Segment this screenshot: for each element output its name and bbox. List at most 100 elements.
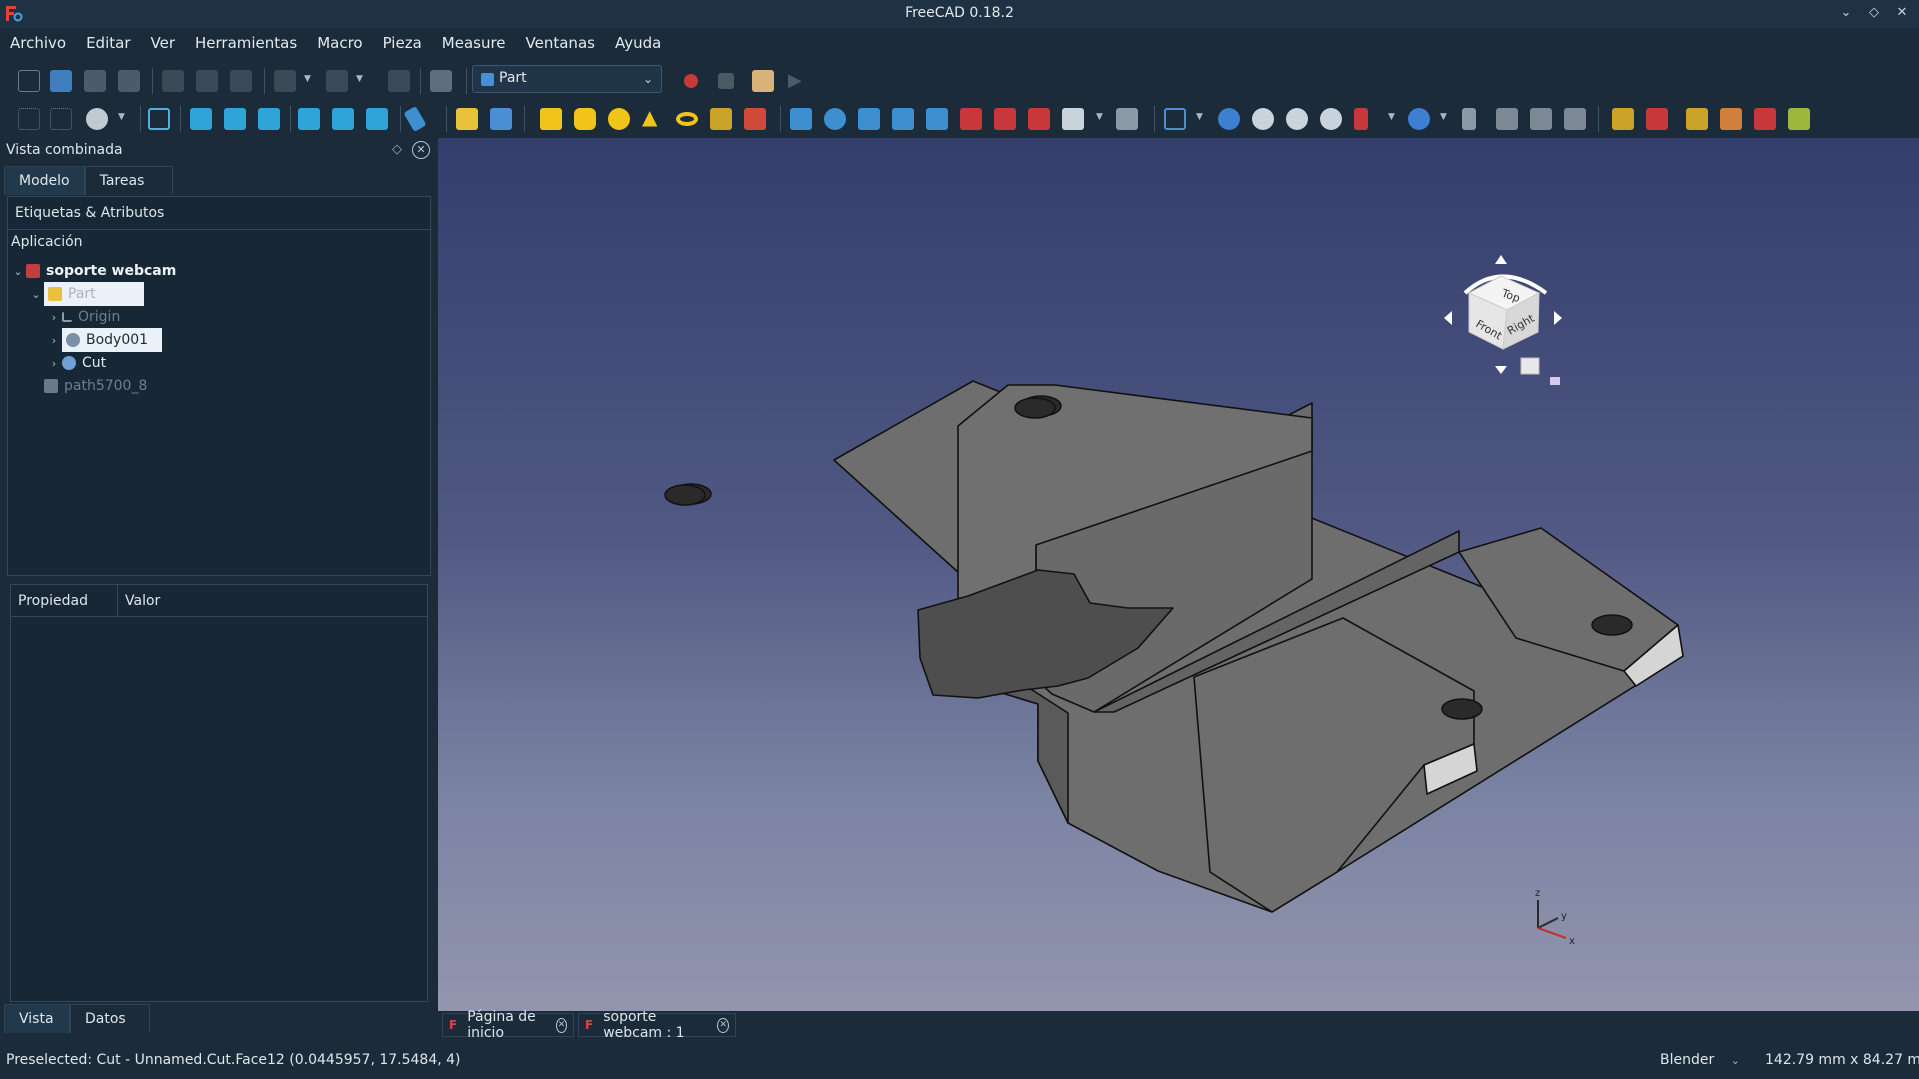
tree-item-body001[interactable]: › Body001 (46, 328, 162, 352)
split-tools-icon[interactable] (1408, 108, 1430, 130)
common-icon[interactable] (1320, 108, 1342, 130)
view-top-icon[interactable] (224, 108, 246, 130)
menu-pieza[interactable]: Pieza (373, 30, 432, 58)
whats-this-icon[interactable] (430, 70, 452, 92)
cross-sections-icon[interactable] (1564, 108, 1586, 130)
make-face-icon[interactable] (960, 108, 982, 130)
menu-ayuda[interactable]: Ayuda (605, 30, 671, 58)
ruled-surface-icon[interactable] (994, 108, 1016, 130)
navigation-cube[interactable]: Top Front Right (1444, 255, 1562, 385)
measure-toggle-delta-icon[interactable] (1788, 108, 1810, 130)
sphere-icon[interactable] (608, 108, 630, 130)
measure-distance-icon[interactable] (403, 105, 427, 133)
check-geometry-icon[interactable] (1462, 108, 1476, 130)
shape-builder-icon[interactable] (744, 108, 766, 130)
compound-tools-icon[interactable] (1164, 108, 1186, 130)
measure-linear-icon[interactable] (1612, 108, 1634, 130)
paste-icon[interactable] (230, 70, 252, 92)
loft-icon[interactable] (1028, 108, 1050, 130)
navcube-menu-icon[interactable] (1520, 357, 1540, 375)
measure-angular-icon[interactable] (1646, 108, 1668, 130)
macro-record-icon[interactable] (684, 74, 698, 88)
menu-herramientas[interactable]: Herramientas (185, 30, 307, 58)
create-group-icon[interactable] (490, 108, 512, 130)
nav-up-arrow-icon[interactable] (1495, 255, 1507, 264)
tab-tareas[interactable]: Tareas (84, 166, 173, 195)
chevron-down-icon[interactable]: ⌄ (28, 288, 44, 301)
join-features-icon[interactable] (1354, 108, 1368, 130)
join-dropdown-icon[interactable]: ▼ (1388, 112, 1398, 122)
tree-item-cut[interactable]: › Cut (46, 351, 106, 375)
tab-modelo[interactable]: Modelo (4, 166, 85, 195)
chamfer-icon[interactable] (926, 108, 948, 130)
cut-boolean-icon[interactable] (1252, 108, 1274, 130)
model-hole[interactable] (1591, 614, 1633, 636)
menu-measure[interactable]: Measure (432, 30, 516, 58)
macro-edit-icon[interactable] (752, 70, 774, 92)
measure-toggle-3d-icon[interactable] (1754, 108, 1776, 130)
menu-ventanas[interactable]: Ventanas (516, 30, 605, 58)
view-bottom-icon[interactable] (332, 108, 354, 130)
fillet-icon[interactable] (892, 108, 914, 130)
primitives-icon[interactable] (710, 108, 732, 130)
3d-model[interactable]: Top Front Right z y x (438, 138, 1919, 1011)
compound-dropdown-icon[interactable]: ▼ (1196, 112, 1206, 122)
close-tab-icon[interactable]: ✕ (555, 1017, 567, 1033)
view-left-icon[interactable] (366, 108, 388, 130)
tree-item-path[interactable]: path5700_8 (28, 374, 147, 398)
tree-item-part[interactable]: ⌄ Part (28, 282, 144, 306)
defeaturing-icon[interactable] (1496, 108, 1518, 130)
box-select-icon[interactable] (18, 108, 40, 130)
tab-start-page[interactable]: F Página de inicio ✕ (442, 1009, 574, 1041)
tree-item-origin[interactable]: › Origin (46, 305, 121, 329)
boolean-icon[interactable] (1218, 108, 1240, 130)
create-part-icon[interactable] (456, 108, 478, 130)
revolve-icon[interactable] (824, 108, 846, 130)
tab-datos[interactable]: Datos (70, 1004, 150, 1033)
macro-run-icon[interactable]: ▶ (788, 70, 810, 92)
sweep-icon[interactable] (1062, 108, 1084, 130)
mirror-icon[interactable] (858, 108, 880, 130)
cube-icon[interactable] (540, 108, 562, 130)
chevron-right-icon[interactable]: › (46, 357, 62, 370)
chevron-right-icon[interactable]: › (46, 311, 62, 324)
3d-viewport[interactable]: Top Front Right z y x (438, 138, 1919, 1011)
save-icon[interactable] (84, 70, 106, 92)
copy-icon[interactable] (196, 70, 218, 92)
view-front-icon[interactable] (190, 108, 212, 130)
chevron-down-icon[interactable]: ⌄ (10, 265, 26, 278)
extrude-icon[interactable] (790, 108, 812, 130)
redo-icon[interactable] (326, 70, 348, 92)
nav-left-arrow-icon[interactable] (1444, 311, 1452, 325)
view-rear-icon[interactable] (298, 108, 320, 130)
close-window-icon[interactable]: ✕ (1893, 4, 1911, 22)
close-tab-icon[interactable]: ✕ (717, 1017, 729, 1033)
tab-vista[interactable]: Vista (4, 1004, 70, 1033)
torus-icon[interactable] (676, 112, 698, 126)
float-panel-icon[interactable]: ◇ (392, 142, 402, 157)
print-icon[interactable] (118, 70, 140, 92)
draw-style-icon[interactable] (86, 108, 108, 130)
restore-icon[interactable]: ◇ (1865, 4, 1883, 22)
menu-ver[interactable]: Ver (141, 30, 186, 58)
close-panel-icon[interactable]: ✕ (412, 141, 430, 159)
value-column-header[interactable]: Valor (125, 593, 160, 609)
measure-clear-icon[interactable] (1720, 108, 1742, 130)
undo-dropdown-icon[interactable]: ▼ (304, 74, 314, 84)
cylinder-icon[interactable] (574, 108, 596, 130)
workbench-selector[interactable]: Part ⌄ (472, 65, 662, 93)
box-element-select-icon[interactable] (50, 108, 72, 130)
view-isometric-icon[interactable] (148, 108, 170, 130)
offset-dropdown-icon[interactable]: ▼ (1096, 112, 1106, 122)
redo-dropdown-icon[interactable]: ▼ (356, 74, 366, 84)
draw-style-dropdown-icon[interactable]: ▼ (118, 112, 128, 122)
undo-icon[interactable] (274, 70, 296, 92)
cone-icon[interactable]: ▲ (642, 105, 664, 129)
section-icon[interactable] (1530, 108, 1552, 130)
cut-icon[interactable] (162, 70, 184, 92)
property-column-header[interactable]: Propiedad (18, 593, 88, 609)
refresh-icon[interactable] (388, 70, 410, 92)
nav-down-arrow-icon[interactable] (1495, 366, 1507, 374)
new-document-icon[interactable] (18, 70, 40, 92)
nav-right-arrow-icon[interactable] (1554, 311, 1562, 325)
